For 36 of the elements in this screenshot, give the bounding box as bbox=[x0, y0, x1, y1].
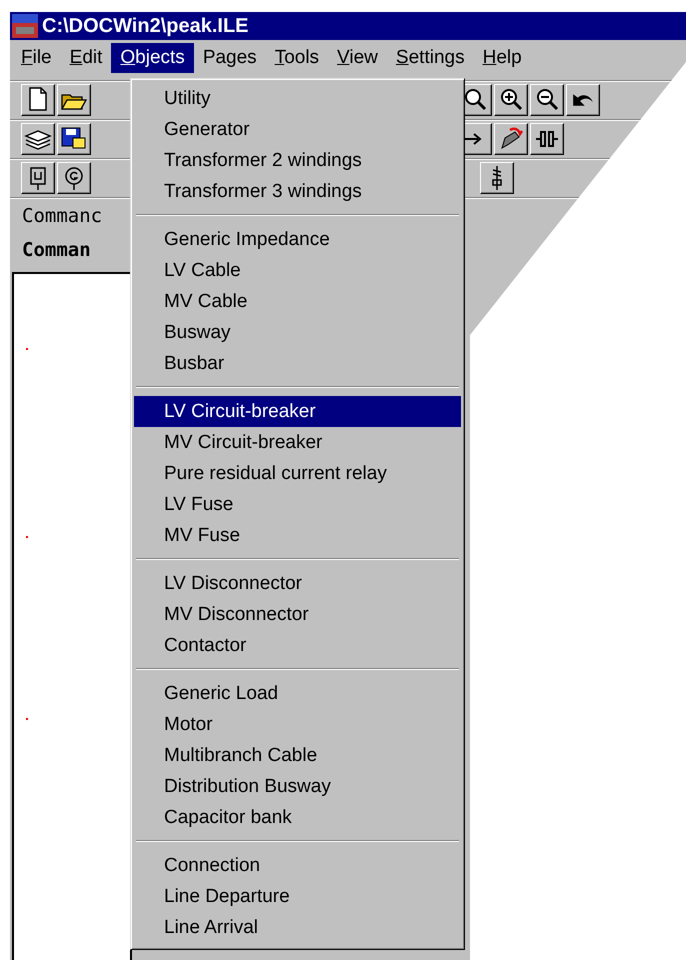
menu-item[interactable]: Tools bbox=[266, 43, 328, 73]
menu-option[interactable]: Busbar bbox=[134, 348, 461, 379]
menu-option[interactable]: MV Circuit-breaker bbox=[134, 427, 461, 458]
menu-option[interactable]: MV Disconnector bbox=[134, 599, 461, 630]
menu-option[interactable]: Line Arrival bbox=[134, 912, 461, 943]
menu-item[interactable]: File bbox=[12, 43, 61, 73]
menu-option[interactable]: Generic Impedance bbox=[134, 224, 461, 255]
menu-option[interactable]: Capacitor bank bbox=[134, 802, 461, 833]
menu-option[interactable]: LV Cable bbox=[134, 255, 461, 286]
window-title: C:\DOCWin2\peak.ILE bbox=[42, 14, 249, 38]
menu-item[interactable]: Edit bbox=[60, 43, 112, 73]
menu-option[interactable]: Generator bbox=[134, 114, 461, 145]
menu-option[interactable]: Motor bbox=[134, 709, 461, 740]
command-label: Comman bbox=[22, 239, 91, 261]
menu-option[interactable]: Generic Load bbox=[134, 678, 461, 709]
menu-option[interactable]: Pure residual current relay bbox=[134, 458, 461, 489]
menu-option[interactable]: Busway bbox=[134, 317, 461, 348]
menu-option[interactable]: Multibranch Cable bbox=[134, 740, 461, 771]
menu-option[interactable]: LV Fuse bbox=[134, 489, 461, 520]
menu-option[interactable]: Transformer 2 windings bbox=[134, 145, 461, 176]
menu-item[interactable]: Pages bbox=[194, 43, 266, 73]
menu-option[interactable]: LV Disconnector bbox=[134, 568, 461, 599]
menu-option[interactable]: Distribution Busway bbox=[134, 771, 461, 802]
menu-option[interactable]: Contactor bbox=[134, 630, 461, 661]
menu-item[interactable]: Help bbox=[474, 43, 531, 73]
menu-option[interactable]: Transformer 3 windings bbox=[134, 176, 461, 207]
menu-option[interactable]: MV Fuse bbox=[134, 520, 461, 551]
menu-option[interactable]: Connection bbox=[134, 850, 461, 881]
menu-option[interactable]: MV Cable bbox=[134, 286, 461, 317]
command-label: Commanc bbox=[22, 205, 102, 227]
menu-item[interactable]: Objects bbox=[111, 43, 194, 73]
menu-item[interactable]: Settings bbox=[386, 43, 474, 73]
menu-option[interactable]: Utility bbox=[134, 83, 461, 114]
menu-option[interactable]: LV Circuit-breaker bbox=[134, 396, 461, 427]
menu-option[interactable]: Line Departure bbox=[134, 881, 461, 912]
menu-item[interactable]: View bbox=[328, 43, 387, 73]
